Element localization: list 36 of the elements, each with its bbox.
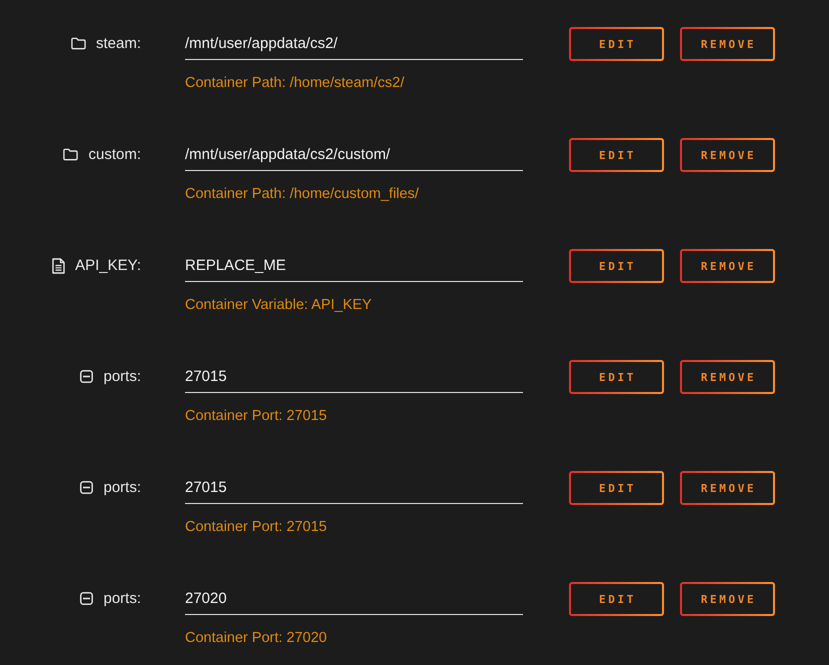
container-hint: Container Port: 27015 (185, 518, 328, 536)
edit-button[interactable]: EDIT (569, 138, 664, 172)
container-hint: Container Path: /home/custom_files/ (185, 185, 420, 203)
input-field[interactable]: 27020 (185, 582, 523, 615)
remove-button[interactable]: REMOVE (680, 360, 775, 394)
container-hint: Container Port: 27020 (185, 629, 328, 647)
container-hint: Container Variable: API_KEY (185, 296, 373, 314)
remove-button[interactable]: REMOVE (680, 27, 775, 61)
container-hint: Container Port: 27015 (185, 407, 328, 425)
edit-button[interactable]: EDIT (569, 27, 664, 61)
remove-button[interactable]: REMOVE (680, 138, 775, 172)
field-label: steam: (96, 35, 141, 52)
folder-icon (63, 148, 78, 161)
field-label: ports: (103, 479, 141, 496)
edit-button[interactable]: EDIT (569, 360, 664, 394)
input-field[interactable]: 27015 (185, 471, 523, 504)
folder-icon (70, 37, 86, 50)
input-field[interactable]: REPLACE_ME (185, 249, 523, 282)
input-field[interactable]: /mnt/user/appdata/cs2/custom/ (185, 138, 523, 171)
field-label: ports: (103, 368, 141, 385)
remove-button[interactable]: REMOVE (680, 582, 775, 616)
minus-box-icon (80, 370, 94, 383)
field-label: ports: (103, 590, 141, 607)
input-field[interactable]: 27015 (185, 360, 523, 393)
field-label: custom: (88, 146, 141, 163)
edit-button[interactable]: EDIT (569, 471, 664, 505)
container-hint: Container Path: /home/steam/cs2/ (185, 74, 406, 92)
remove-button[interactable]: REMOVE (680, 249, 775, 283)
minus-box-icon (80, 592, 94, 605)
minus-box-icon (80, 481, 94, 494)
edit-button[interactable]: EDIT (569, 249, 664, 283)
input-field[interactable]: /mnt/user/appdata/cs2/ (185, 27, 523, 60)
field-label: API_KEY: (75, 257, 141, 274)
edit-button[interactable]: EDIT (569, 582, 664, 616)
document-icon (52, 258, 66, 274)
remove-button[interactable]: REMOVE (680, 471, 775, 505)
